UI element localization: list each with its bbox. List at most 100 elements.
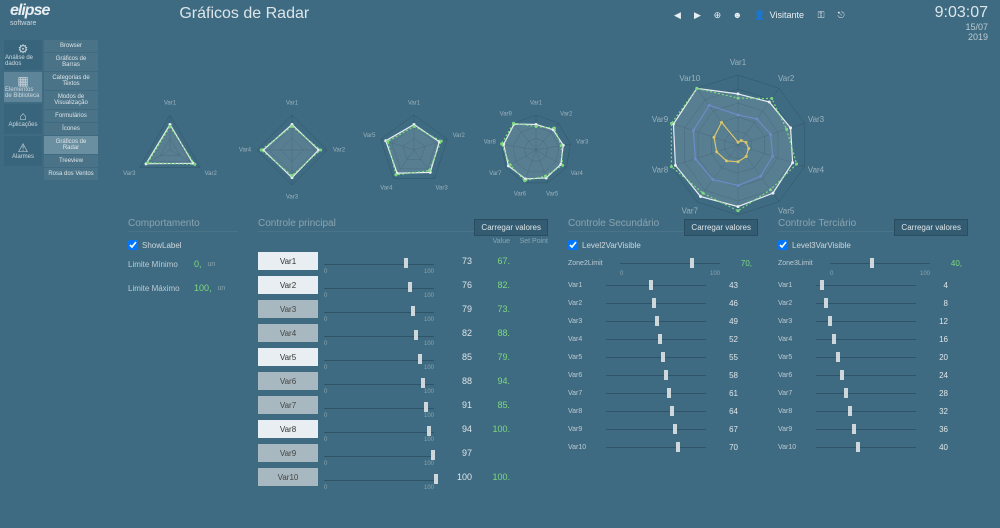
clock: 9:03:07 15/07 2019 xyxy=(935,4,988,42)
sec-slider[interactable] xyxy=(606,351,706,363)
svg-text:Var3: Var3 xyxy=(436,186,449,192)
var-setpoint: 79. xyxy=(478,352,510,362)
var-button[interactable]: Var4 xyxy=(258,324,318,342)
svg-text:Var4: Var4 xyxy=(380,186,393,192)
submenu-item[interactable]: Browser xyxy=(44,40,98,52)
var-slider[interactable]: 0100 xyxy=(324,350,434,364)
showlabel-checkbox[interactable]: ShowLabel xyxy=(128,240,238,250)
secondary-title: Controle Secundário xyxy=(568,218,684,232)
principal-row-Var8: Var8010094100. xyxy=(258,417,548,441)
var-button[interactable]: Var1 xyxy=(258,252,318,270)
svg-text:Var1: Var1 xyxy=(730,58,747,67)
submenu-item[interactable]: Gráficos de Barras xyxy=(44,53,98,71)
sec-row-Var5: Var520 xyxy=(778,348,968,366)
sec-slider[interactable] xyxy=(606,369,706,381)
var-slider[interactable]: 0100 xyxy=(324,470,434,484)
sec-slider[interactable] xyxy=(606,315,706,327)
radar-chart-9: Var1Var2Var3Var4Var5Var6Var7Var8Var9 xyxy=(486,85,586,195)
zone3-slider[interactable]: 0 100 xyxy=(830,257,930,269)
key-icon[interactable]: ⚿ xyxy=(812,6,830,24)
sec-slider[interactable] xyxy=(816,297,916,309)
radar-chart-4: Var1Var2Var3Var4 xyxy=(242,85,342,195)
sec-slider[interactable] xyxy=(816,423,916,435)
globe-icon[interactable]: ⊕ xyxy=(708,6,726,24)
var-button[interactable]: Var8 xyxy=(258,420,318,438)
level3var-checkbox[interactable]: Level3VarVisible xyxy=(778,240,968,250)
svg-text:Var9: Var9 xyxy=(652,115,669,124)
sec-slider[interactable] xyxy=(606,297,706,309)
sec-slider[interactable] xyxy=(816,369,916,381)
sec-slider[interactable] xyxy=(606,333,706,345)
svg-text:Var1: Var1 xyxy=(164,101,177,107)
submenu-item[interactable]: Treeview xyxy=(44,155,98,167)
svg-text:Var5: Var5 xyxy=(363,133,376,139)
prev-icon[interactable]: ◀ xyxy=(668,6,686,24)
var-value: 88 xyxy=(440,376,472,386)
var-slider[interactable]: 0100 xyxy=(324,398,434,412)
sec-slider[interactable] xyxy=(606,441,706,453)
var-button[interactable]: Var2 xyxy=(258,276,318,294)
var-slider[interactable]: 0100 xyxy=(324,278,434,292)
var-value: 94 xyxy=(440,424,472,434)
sec-slider[interactable] xyxy=(816,351,916,363)
var-slider[interactable]: 0100 xyxy=(324,422,434,436)
var-value: 91 xyxy=(440,400,472,410)
var-button[interactable]: Var3 xyxy=(258,300,318,318)
nav-apps[interactable]: ⌂Aplicações xyxy=(4,104,42,134)
svg-text:Var3: Var3 xyxy=(286,195,299,201)
next-icon[interactable]: ▶ xyxy=(688,6,706,24)
sec-slider[interactable] xyxy=(606,279,706,291)
submenu-item[interactable]: Rosa dos Ventos xyxy=(44,168,98,180)
sec-slider[interactable] xyxy=(606,405,706,417)
sec-row-Var6: Var658 xyxy=(568,366,758,384)
sec-slider[interactable] xyxy=(606,423,706,435)
var-slider[interactable]: 0100 xyxy=(324,374,434,388)
submenu-item[interactable]: Formulários xyxy=(44,110,98,122)
logo: elipse software xyxy=(10,2,49,27)
sec-slider[interactable] xyxy=(816,441,916,453)
chat-icon[interactable]: ☻ xyxy=(728,6,746,24)
sec-slider[interactable] xyxy=(816,315,916,327)
var-slider[interactable]: 0100 xyxy=(324,326,434,340)
nav-alarms[interactable]: ⚠Alarmes xyxy=(4,136,42,166)
sec-row-Var3: Var349 xyxy=(568,312,758,330)
toolbar: ◀ ▶ ⊕ ☻ 👤 Visitante ⚿ ⎋ xyxy=(668,6,850,24)
sec-row-Var4: Var452 xyxy=(568,330,758,348)
sec-row-Var8: Var864 xyxy=(568,402,758,420)
submenu-item[interactable]: Gráficos de Radar xyxy=(44,136,98,154)
exit-icon[interactable]: ⎋ xyxy=(832,6,850,24)
var-slider[interactable]: 0100 xyxy=(324,446,434,460)
level2var-checkbox[interactable]: Level2VarVisible xyxy=(568,240,758,250)
sec-slider[interactable] xyxy=(816,279,916,291)
var-setpoint: 94. xyxy=(478,376,510,386)
zone2-slider[interactable]: 0 100 xyxy=(620,257,720,269)
nav-library[interactable]: ▦Elementos de Biblioteca xyxy=(4,72,42,102)
submenu-item[interactable]: Ícones xyxy=(44,123,98,135)
svg-text:Var2: Var2 xyxy=(333,148,346,154)
var-value: 79 xyxy=(440,304,472,314)
submenu-item[interactable]: Modos de Visualização xyxy=(44,91,98,109)
sec-slider[interactable] xyxy=(816,387,916,399)
sec-row-Var1: Var143 xyxy=(568,276,758,294)
sec-slider[interactable] xyxy=(816,333,916,345)
var-slider[interactable]: 0100 xyxy=(324,302,434,316)
var-value: 85 xyxy=(440,352,472,362)
secondary-load-button[interactable]: Carregar valores xyxy=(684,219,758,236)
var-button[interactable]: Var6 xyxy=(258,372,318,390)
nav-analysis[interactable]: ⚙Análise de dados xyxy=(4,40,42,70)
sec-slider[interactable] xyxy=(606,387,706,399)
principal-load-button[interactable]: Carregar valores xyxy=(474,219,548,236)
principal-row-Var6: Var6 0100 88 94. xyxy=(258,369,548,393)
submenu-item[interactable]: Categorias de Textos xyxy=(44,72,98,90)
svg-text:Var3: Var3 xyxy=(576,139,589,145)
var-slider[interactable]: 0100 xyxy=(324,254,434,268)
var-button[interactable]: Var10 xyxy=(258,468,318,486)
var-button[interactable]: Var7 xyxy=(258,396,318,414)
tertiary-load-button[interactable]: Carregar valores xyxy=(894,219,968,236)
var-button[interactable]: Var9 xyxy=(258,444,318,462)
user-button[interactable]: 👤 Visitante xyxy=(748,6,810,24)
sec-row-Var9: Var967 xyxy=(568,420,758,438)
var-button[interactable]: Var5 xyxy=(258,348,318,366)
sec-row-Var4: Var416 xyxy=(778,330,968,348)
sec-slider[interactable] xyxy=(816,405,916,417)
